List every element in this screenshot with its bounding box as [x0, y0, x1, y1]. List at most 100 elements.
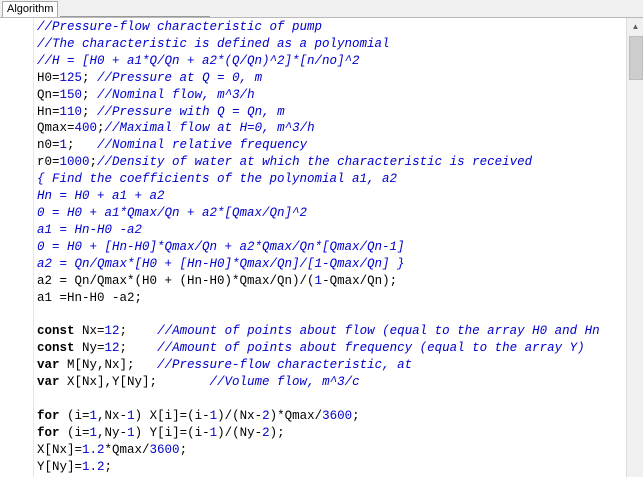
code-text[interactable]: //Pressure-flow characteristic of pump //… — [37, 19, 600, 475]
code-token: Ny= — [74, 341, 105, 356]
code-token: //Pressure-flow characteristic, at — [157, 358, 413, 373]
code-token: ,Ny- — [97, 425, 128, 440]
code-token: ) Y[i]=(i- — [134, 425, 210, 440]
code-token: ; — [352, 408, 360, 423]
code-token: for — [37, 408, 60, 423]
code-token: ; — [97, 121, 105, 136]
code-token: 3600 — [149, 442, 180, 457]
code-token: )/(Ny- — [217, 425, 263, 440]
code-token: a2 = Qn/Qmax*(H0 + (Hn-H0)*Qmax/Qn)/( — [37, 273, 315, 288]
vertical-scrollbar[interactable]: ▲ — [626, 18, 643, 477]
code-token: -Qmax/Qn); — [322, 273, 398, 288]
code-token: ) X[i]=(i- — [134, 408, 210, 423]
code-token: 125 — [59, 70, 83, 85]
code-line: a2 = Qn/Qmax*[H0 + [Hn-H0]*Qmax/Qn]/[1-Q… — [37, 256, 600, 273]
code-line: Hn = H0 + a1 + a2 — [37, 188, 600, 205]
code-token: 12 — [104, 324, 120, 339]
code-token: ; — [82, 104, 98, 119]
code-token: 1 — [314, 273, 323, 288]
code-line: var M[Ny,Nx]; //Pressure-flow characteri… — [37, 357, 600, 374]
code-token: 1 — [209, 425, 218, 440]
code-token: const — [37, 341, 75, 356]
code-token: Qmax= — [37, 121, 75, 136]
code-line: a2 = Qn/Qmax*(H0 + (Hn-H0)*Qmax/Qn)/(1-Q… — [37, 273, 600, 290]
code-token: X[Nx],Y[Ny]; — [59, 375, 210, 390]
code-line: X[Nx]=1.2*Qmax/3600; — [37, 442, 600, 459]
code-token: for — [37, 425, 60, 440]
triangle-up-icon: ▲ — [631, 22, 640, 31]
code-token: 1 — [209, 408, 218, 423]
line-gutter — [0, 18, 34, 477]
code-token: 1 — [127, 425, 135, 440]
code-token: Nx= — [74, 324, 105, 339]
code-line: n0=1; //Nominal relative frequency — [37, 137, 600, 154]
code-token: ; — [89, 155, 98, 170]
code-token: //Pressure-flow characteristic of pump — [37, 20, 323, 34]
code-token: )/(Nx- — [217, 408, 263, 423]
scroll-up-button[interactable]: ▲ — [627, 18, 643, 35]
code-token: 1 — [59, 138, 68, 153]
code-line: Hn=110; //Pressure with Q = Qn, m — [37, 104, 600, 121]
scroll-thumb[interactable] — [629, 36, 643, 80]
code-token: 1.2 — [82, 442, 105, 457]
code-token: { Find the coefficients of the polynomia… — [37, 172, 398, 187]
code-token: ; — [119, 324, 158, 339]
code-token: ; — [179, 442, 188, 457]
code-token: //Volume flow, m^3/c — [209, 375, 360, 390]
code-line: for (i=1,Ny-1) Y[i]=(i-1)/(Ny-2); — [37, 425, 600, 442]
code-token: ; — [82, 87, 98, 102]
code-token: a1 = Hn-H0 -a2 — [37, 222, 143, 237]
code-line: 0 = H0 + [Hn-H0]*Qmax/Qn + a2*Qmax/Qn*[Q… — [37, 239, 600, 256]
panel-header: Algorithm — [0, 0, 643, 18]
code-line: Y[Ny]=1.2; — [37, 459, 600, 476]
code-line: a1 = Hn-H0 -a2 — [37, 222, 600, 239]
code-line: //H = [H0 + a1*Q/Qn + a2*(Q/Qn)^2]*[n/no… — [37, 53, 600, 70]
code-editor[interactable]: //Pressure-flow characteristic of pump //… — [0, 18, 626, 477]
code-line: H0=125; //Pressure at Q = 0, m — [37, 70, 600, 87]
code-token: Hn= — [37, 104, 60, 119]
code-token: //H = [H0 + a1*Q/Qn + a2*(Q/Qn)^2]*[n/no… — [37, 53, 360, 68]
code-token: ); — [269, 425, 285, 440]
code-token: n0= — [37, 138, 60, 153]
code-token: Y[Ny]= — [37, 459, 83, 474]
code-token: (i= — [59, 425, 90, 440]
tab-divider — [60, 16, 210, 17]
code-token: var — [37, 358, 60, 373]
code-token: ; — [119, 341, 158, 356]
code-token: 3600 — [322, 408, 353, 423]
code-token: ; — [67, 138, 98, 153]
code-line: //The characteristic is defined as a pol… — [37, 36, 600, 53]
code-token: //Nominal relative frequency — [97, 138, 308, 153]
code-token: 12 — [104, 341, 120, 356]
code-token: 2 — [262, 425, 270, 440]
code-token: Qn= — [37, 87, 60, 102]
code-line: r0=1000;//Density of water at which the … — [37, 154, 600, 171]
code-line: const Nx=12; //Amount of points about fl… — [37, 323, 600, 340]
code-token: 2 — [262, 408, 270, 423]
code-line: var X[Nx],Y[Ny]; //Volume flow, m^3/c — [37, 374, 600, 391]
code-token: 0 = H0 + [Hn-H0]*Qmax/Qn + a2*Qmax/Qn*[Q… — [37, 239, 405, 254]
code-token: var — [37, 375, 60, 390]
code-line: for (i=1,Nx-1) X[i]=(i-1)/(Nx-2)*Qmax/36… — [37, 408, 600, 425]
code-token: 1 — [89, 408, 98, 423]
code-token: Hn = H0 + a1 + a2 — [37, 189, 165, 204]
code-token: a2 = Qn/Qmax*[H0 + [Hn-H0]*Qmax/Qn]/[1-Q… — [37, 256, 405, 271]
code-line: 0 = H0 + a1*Qmax/Qn + a2*[Qmax/Qn]^2 — [37, 205, 600, 222]
code-token: ; — [82, 70, 98, 85]
code-token: 1 — [127, 408, 135, 423]
code-token: //Amount of points about flow (equal to … — [157, 324, 600, 339]
code-token: 1 — [89, 425, 98, 440]
code-token: 1000 — [59, 155, 90, 170]
code-token: 110 — [59, 104, 83, 119]
code-line: const Ny=12; //Amount of points about fr… — [37, 340, 600, 357]
code-line: a1 =Hn-H0 -a2; — [37, 290, 600, 307]
code-token: ; — [104, 459, 113, 474]
code-token: )*Qmax/ — [269, 408, 323, 423]
code-token: //Pressure at Q = 0, m — [97, 70, 263, 85]
code-token: r0= — [37, 155, 60, 170]
code-token: 1.2 — [82, 459, 105, 474]
code-line: Qn=150; //Nominal flow, m^3/h — [37, 87, 600, 104]
tab-algorithm[interactable]: Algorithm — [2, 1, 59, 17]
